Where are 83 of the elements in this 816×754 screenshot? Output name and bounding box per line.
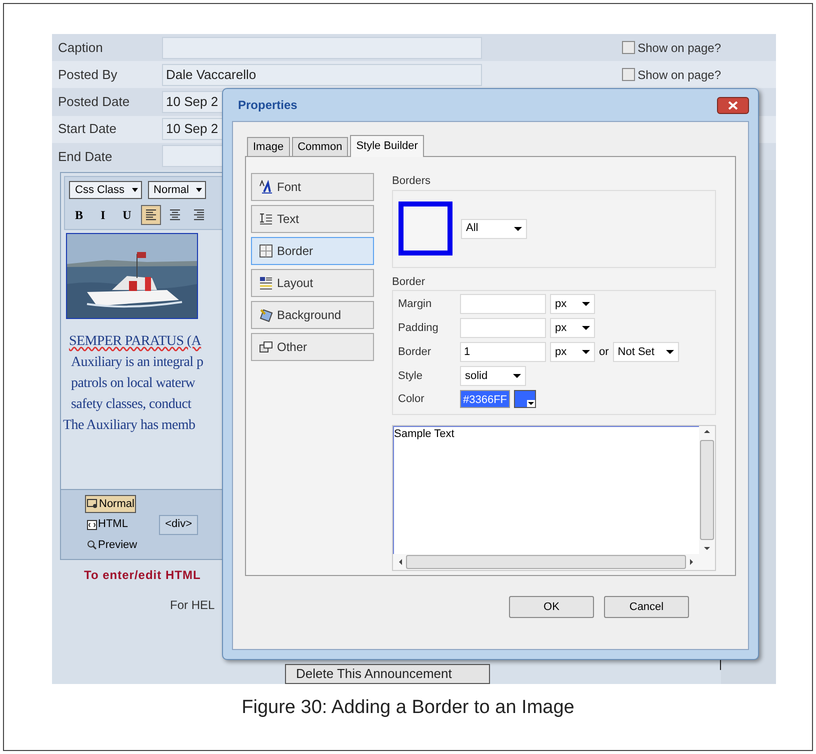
grid-icon (259, 244, 273, 258)
category-button[interactable]: Border (251, 237, 374, 265)
color-field[interactable]: #3366FF (460, 390, 510, 408)
close-button[interactable] (717, 96, 749, 114)
close-icon (728, 100, 738, 110)
notice-text: To enter/edit HTML (84, 567, 201, 584)
field-label: End Date (57, 148, 114, 166)
field-label: Padding (398, 320, 440, 336)
preset-dropdown[interactable]: Not Set (612, 342, 679, 362)
caret-icon (582, 326, 590, 330)
field-label: Color (398, 392, 426, 407)
align-right-icon (192, 209, 206, 222)
caret-icon (582, 350, 590, 354)
category-button[interactable]: Layout (251, 269, 374, 297)
dialog-tab[interactable]: Common (292, 137, 348, 156)
dialog-tab[interactable]: Style Builder (350, 135, 424, 157)
category-button[interactable]: Text (251, 205, 374, 233)
checkbox-label: Show on page? (638, 40, 721, 57)
paint-icon (259, 308, 273, 322)
caret-icon (132, 188, 138, 192)
delete-button[interactable]: Delete This Announcement (285, 664, 490, 684)
caret-icon (527, 400, 536, 407)
magnifier-icon (87, 540, 97, 550)
caret-icon (666, 350, 674, 354)
unit-dropdown[interactable]: px (550, 318, 595, 338)
category-button[interactable]: Font (251, 173, 374, 201)
color-picker-button[interactable] (514, 390, 536, 408)
mode-button[interactable]: Normal (85, 494, 136, 514)
caret-icon (582, 302, 590, 306)
group-title: Borders (392, 174, 432, 189)
dialog-title: Properties (238, 97, 298, 114)
content-line: safety classes, conduct (71, 396, 192, 414)
field-label: Style (398, 368, 424, 384)
field-label: Posted By (57, 66, 118, 84)
border-preview-icon (398, 201, 453, 256)
cancel-button[interactable]: Cancel (604, 596, 689, 618)
mode-button[interactable]: HTML (85, 515, 130, 534)
caret-icon (513, 374, 521, 378)
content-heading: SEMPER PARATUS (A (69, 333, 202, 352)
lines-icon (259, 276, 273, 290)
ok-button[interactable]: OK (509, 596, 594, 618)
caret-icon (196, 188, 202, 192)
caret-icon (514, 226, 522, 230)
help-text: For HEL (170, 597, 215, 614)
style-dropdown[interactable]: Normal (148, 181, 206, 200)
text-field[interactable]: 1 (460, 342, 546, 362)
style-dropdown[interactable]: Css Class (69, 181, 142, 200)
checkbox[interactable] (622, 41, 635, 54)
text-icon (259, 212, 273, 226)
unit-dropdown[interactable]: px (550, 294, 595, 314)
format-button[interactable]: U (117, 205, 137, 226)
field-label: Start Date (57, 120, 118, 138)
checkbox[interactable] (622, 68, 635, 82)
format-button[interactable]: B (69, 205, 89, 226)
sample-text: Sample Text (394, 428, 454, 440)
field-label: Margin (398, 296, 433, 312)
text-field[interactable]: Dale Vaccarello (162, 64, 482, 86)
dialog-tab[interactable]: Image (247, 137, 290, 156)
category-button[interactable]: Background (251, 301, 374, 329)
windows-icon (259, 340, 273, 354)
side-dropdown[interactable]: All (461, 218, 527, 238)
font-icon (259, 180, 273, 194)
figure-caption: Figure 30: Adding a Border to an Image (242, 696, 574, 720)
unit-dropdown[interactable]: px (550, 342, 595, 362)
field-label: Caption (57, 38, 104, 57)
content-line: patrols on local waterw (71, 375, 196, 394)
design-icon (87, 499, 98, 510)
mode-button[interactable]: Preview (85, 536, 140, 554)
field-label: Posted Date (57, 93, 131, 112)
content-line: The Auxiliary has memb (63, 417, 196, 436)
checkbox-label: Show on page? (638, 66, 721, 84)
tag-button[interactable]: <div> (159, 514, 198, 535)
style-dropdown[interactable]: solid (460, 366, 526, 386)
content-line: Auxiliary is an integral p (71, 354, 204, 372)
code-icon (87, 520, 97, 530)
format-button[interactable]: I (93, 205, 113, 226)
group-title: Border (392, 274, 426, 290)
or-text: or (599, 344, 609, 360)
field-label: Border (398, 344, 432, 360)
align-button[interactable] (141, 205, 161, 226)
align-center-icon (168, 209, 182, 222)
category-button[interactable]: Other (251, 333, 374, 361)
align-left-icon (144, 209, 158, 222)
